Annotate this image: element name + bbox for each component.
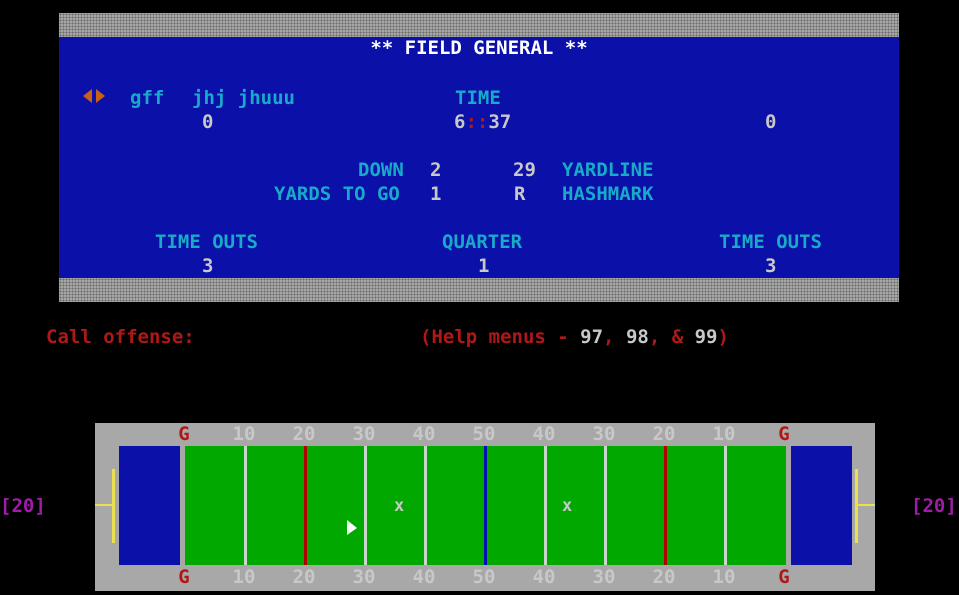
help-close: ) xyxy=(717,326,729,348)
yard-label-top-3: 30 xyxy=(352,423,376,445)
time-label: TIME xyxy=(455,87,501,109)
yard-line-40 xyxy=(424,446,427,565)
yard-label-top-4: 40 xyxy=(412,423,436,445)
clock-minutes: 6 xyxy=(454,111,466,133)
help-open: (Help menus - xyxy=(420,326,581,348)
away-score: 0 xyxy=(765,111,777,133)
yard-label-top-0: G xyxy=(178,423,190,445)
left-goalpost-icon xyxy=(112,469,115,543)
call-offense-prompt: Call offense: xyxy=(46,326,195,348)
help-sep-1: , xyxy=(603,326,626,348)
yard-label-bottom-3: 30 xyxy=(352,566,376,588)
home-timeouts-label: TIME OUTS xyxy=(155,231,258,253)
help-menu-99: 99 xyxy=(694,326,718,348)
clock-separator: :: xyxy=(465,111,489,133)
field-diagram: x x G 10 20 30 40 50 40 30 20 10 G G 10 20 30 40 50 40 30… xyxy=(95,423,875,591)
yard-label-top-2: 20 xyxy=(292,423,316,445)
right-goalpost-icon xyxy=(855,469,858,543)
yard-label-top-1: 10 xyxy=(232,423,256,445)
yard-line-40-opp xyxy=(544,446,547,565)
away-team-name: jhj jhuuu xyxy=(192,87,295,109)
hashmark-value: R xyxy=(514,183,526,205)
first-down-line xyxy=(304,446,307,565)
yard-label-bottom-0: G xyxy=(178,566,190,588)
yard-line-30 xyxy=(364,446,367,565)
help-sep-2: , & xyxy=(648,326,695,348)
possession-arrows-icon xyxy=(83,89,105,103)
yard-line-10 xyxy=(244,446,247,565)
help-menu-98: 98 xyxy=(625,326,649,348)
clock-seconds: 37 xyxy=(488,111,512,133)
game-title: ** FIELD GENERAL ** xyxy=(370,37,588,59)
quarter-label: QUARTER xyxy=(442,231,523,253)
mouse-cursor-icon xyxy=(347,520,357,535)
yards-to-go-value: 1 xyxy=(430,183,442,205)
hashmark-label: HASHMARK xyxy=(562,183,654,205)
yard-label-top-5: 50 xyxy=(472,423,496,445)
home-timeouts-value: 3 xyxy=(202,255,214,277)
yard-label-bottom-4: 40 xyxy=(412,566,436,588)
home-score: 0 xyxy=(202,111,214,133)
field-marker-2: x xyxy=(562,496,573,516)
left-field-box: [20] xyxy=(0,495,46,517)
yard-label-bottom-1: 10 xyxy=(232,566,256,588)
left-endzone xyxy=(119,446,180,565)
yards-to-go-label: YARDS TO GO xyxy=(274,183,400,205)
quarter-value: 1 xyxy=(478,255,490,277)
scoreboard-top-border xyxy=(59,13,899,37)
down-label: DOWN xyxy=(358,159,404,181)
yard-label-bottom-10: G xyxy=(778,566,790,588)
field-marker-1: x xyxy=(394,496,405,516)
yard-label-top-9: 10 xyxy=(712,423,736,445)
yard-label-top-7: 30 xyxy=(592,423,616,445)
playing-field: x x xyxy=(185,446,786,565)
help-menus-hint: (Help menus - 97, 98, & 99) xyxy=(420,326,729,348)
yard-label-bottom-6: 40 xyxy=(532,566,556,588)
yard-label-bottom-5: 50 xyxy=(472,566,496,588)
yard-label-bottom-9: 10 xyxy=(712,566,736,588)
yard-line-10-opp xyxy=(724,446,727,565)
yard-label-bottom-7: 30 xyxy=(592,566,616,588)
yard-label-bottom-8: 20 xyxy=(652,566,676,588)
line-of-scrimmage xyxy=(484,446,487,565)
yard-line-30-opp xyxy=(604,446,607,565)
game-clock: 6::37 xyxy=(454,111,511,133)
away-timeouts-value: 3 xyxy=(765,255,777,277)
yard-label-top-10: G xyxy=(778,423,790,445)
scoreboard: ** FIELD GENERAL ** gff jhj jhuuu 0 TIME… xyxy=(59,13,899,302)
left-goalpost-base-icon xyxy=(95,504,113,506)
down-value: 2 xyxy=(430,159,442,181)
yardline-label: YARDLINE xyxy=(562,159,654,181)
yardline-value: 29 xyxy=(513,159,536,181)
right-endzone xyxy=(791,446,852,565)
opp-red-line xyxy=(664,446,667,565)
yard-label-top-6: 40 xyxy=(532,423,556,445)
right-goalpost-base-icon xyxy=(856,504,875,506)
scoreboard-bottom-border xyxy=(59,278,899,302)
yard-label-top-8: 20 xyxy=(652,423,676,445)
yard-label-bottom-2: 20 xyxy=(292,566,316,588)
help-menu-97: 97 xyxy=(580,326,604,348)
away-timeouts-label: TIME OUTS xyxy=(719,231,822,253)
home-team-name: gff xyxy=(130,87,165,109)
right-field-box: [20] xyxy=(911,495,957,517)
